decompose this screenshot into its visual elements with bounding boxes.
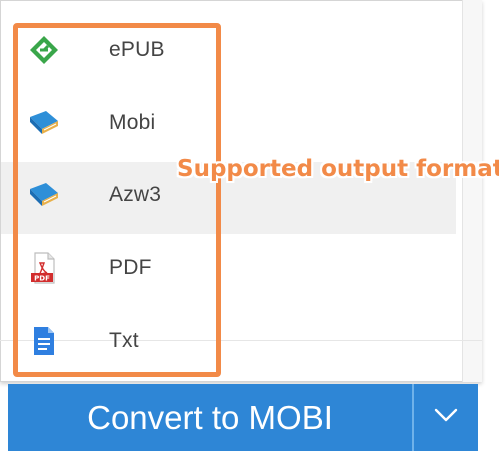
pdf-file-icon: PDF [24, 248, 64, 288]
annotation-callout: Supported output format [177, 156, 499, 182]
screenshot-stage: ePUB Mobi Azw3 PDF PDF Txt Supported out… [0, 0, 499, 451]
svg-text:PDF: PDF [34, 275, 50, 283]
convert-button[interactable]: Convert to MOBI [8, 384, 412, 451]
output-format-menu: ePUB Mobi Azw3 PDF PDF Txt [16, 20, 226, 380]
menu-item-label: Txt [109, 329, 139, 352]
menu-item-mobi[interactable]: Mobi [16, 93, 226, 153]
menu-item-txt[interactable]: Txt [16, 311, 226, 371]
format-dropdown-toggle[interactable] [414, 384, 478, 451]
menu-item-pdf[interactable]: PDF PDF [16, 238, 226, 298]
mobi-book-icon [24, 103, 64, 143]
menu-item-label: Azw3 [109, 183, 162, 206]
epub-icon [24, 30, 64, 70]
menu-item-label: PDF [109, 256, 152, 279]
txt-file-icon [24, 321, 64, 361]
convert-split-button: Convert to MOBI [8, 384, 478, 451]
menu-item-epub[interactable]: ePUB [16, 20, 226, 80]
menu-item-label: ePUB [109, 38, 165, 61]
chevron-down-icon [434, 407, 458, 428]
panel-side-gutter [462, 0, 482, 382]
azw3-book-icon [24, 175, 64, 215]
menu-item-label: Mobi [109, 111, 156, 134]
